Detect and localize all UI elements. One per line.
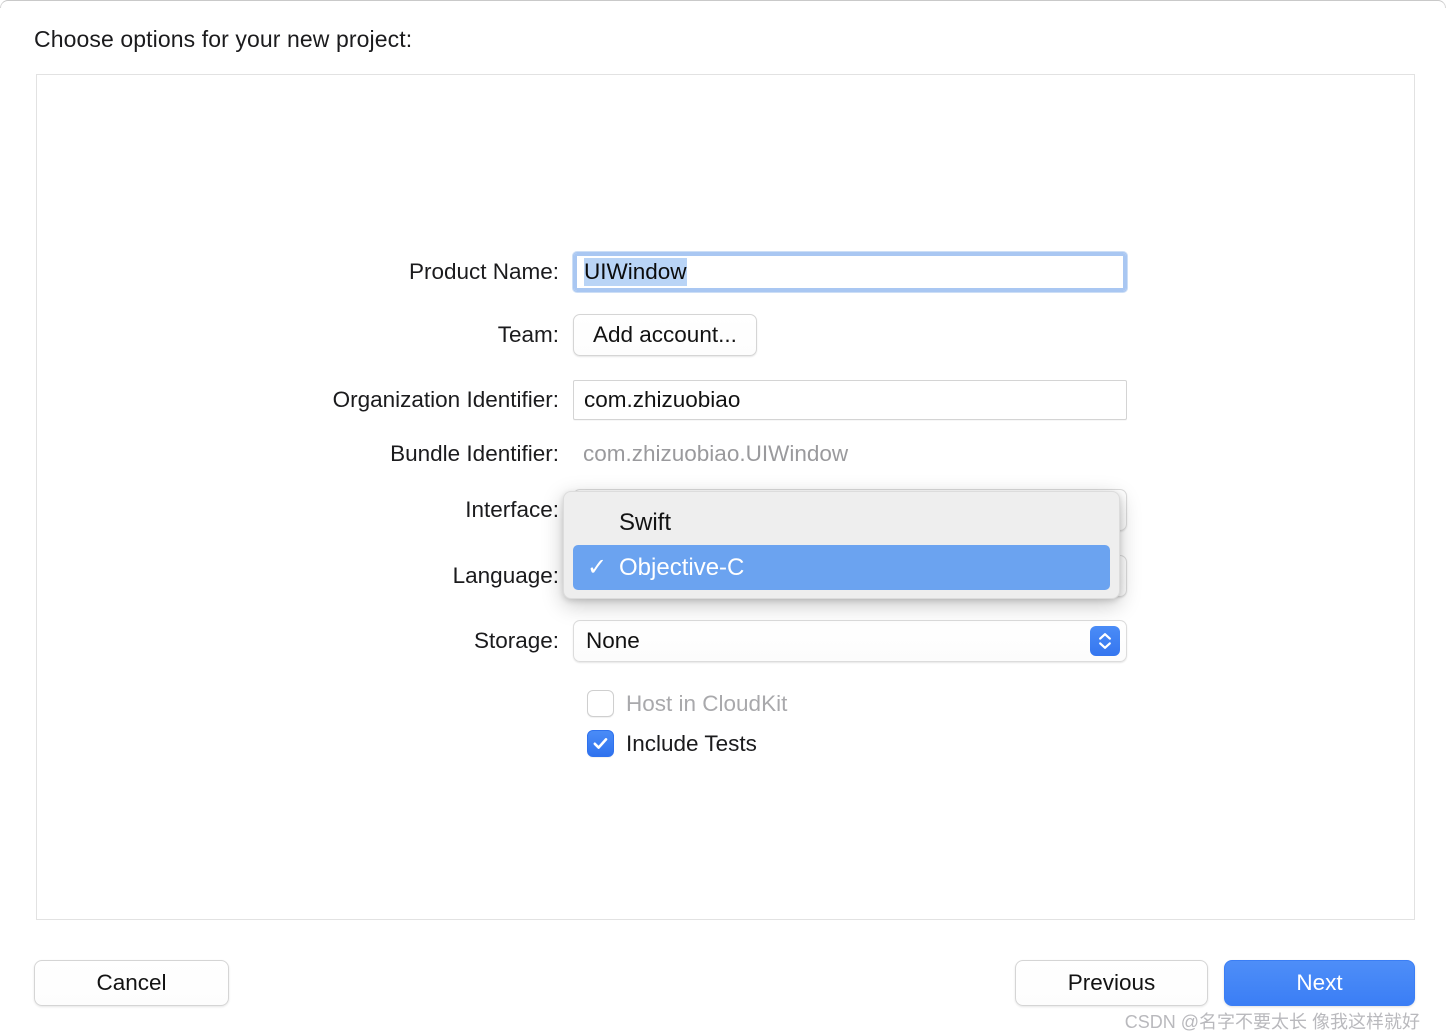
bundle-identifier-value: com.zhizuobiao.UIWindow [573, 441, 848, 467]
include-tests-label: Include Tests [626, 731, 757, 757]
team-control: Add account... [573, 314, 757, 356]
add-account-button[interactable]: Add account... [573, 314, 757, 356]
host-in-cloudkit-checkbox[interactable] [587, 690, 614, 717]
host-in-cloudkit-row[interactable]: Host in CloudKit [587, 690, 787, 717]
product-name-input[interactable]: UIWindow [573, 252, 1127, 292]
menu-item-swift[interactable]: Swift [573, 500, 1110, 545]
bundle-identifier-label: Bundle Identifier: [37, 441, 573, 467]
language-label: Language: [37, 563, 573, 589]
organization-identifier-control: com.zhizuobiao [573, 380, 1127, 420]
window-titlebar-edge [0, 0, 1446, 8]
row-storage: Storage: None [37, 620, 1127, 662]
host-in-cloudkit-label: Host in CloudKit [626, 691, 787, 717]
menu-item-label: Objective-C [619, 554, 744, 582]
chevron-updown-icon[interactable] [1090, 626, 1120, 656]
row-team: Team: Add account... [37, 314, 757, 356]
storage-label: Storage: [37, 628, 573, 654]
product-name-value: UIWindow [584, 258, 687, 286]
organization-identifier-input[interactable]: com.zhizuobiao [573, 380, 1127, 420]
product-name-label: Product Name: [37, 259, 573, 285]
checkmark-icon: ✓ [587, 556, 619, 580]
interface-label: Interface: [37, 497, 573, 523]
include-tests-row[interactable]: Include Tests [587, 730, 757, 757]
organization-identifier-value: com.zhizuobiao [584, 387, 740, 413]
checkmark-icon [591, 734, 610, 753]
menu-item-label: Swift [619, 509, 671, 537]
watermark: CSDN @名字不要太长 像我这样就好 [1125, 1008, 1420, 1034]
storage-control: None [573, 620, 1127, 662]
storage-value: None [586, 628, 1090, 654]
bundle-identifier-control: com.zhizuobiao.UIWindow [573, 441, 848, 467]
page-title: Choose options for your new project: [34, 26, 412, 53]
next-button[interactable]: Next [1224, 960, 1415, 1006]
row-organization-identifier: Organization Identifier: com.zhizuobiao [37, 379, 1127, 421]
dialog-footer: Cancel Previous Next [0, 960, 1446, 1010]
language-dropdown-menu[interactable]: Swift ✓ Objective-C [563, 491, 1120, 599]
include-tests-checkbox[interactable] [587, 730, 614, 757]
row-bundle-identifier: Bundle Identifier: com.zhizuobiao.UIWind… [37, 433, 848, 475]
previous-button[interactable]: Previous [1015, 960, 1208, 1006]
cancel-button[interactable]: Cancel [34, 960, 229, 1006]
storage-select[interactable]: None [573, 620, 1127, 662]
organization-identifier-label: Organization Identifier: [37, 387, 573, 413]
product-name-control: UIWindow [573, 252, 1127, 292]
menu-item-objective-c[interactable]: ✓ Objective-C [573, 545, 1110, 590]
row-product-name: Product Name: UIWindow [37, 251, 1127, 293]
team-label: Team: [37, 322, 573, 348]
